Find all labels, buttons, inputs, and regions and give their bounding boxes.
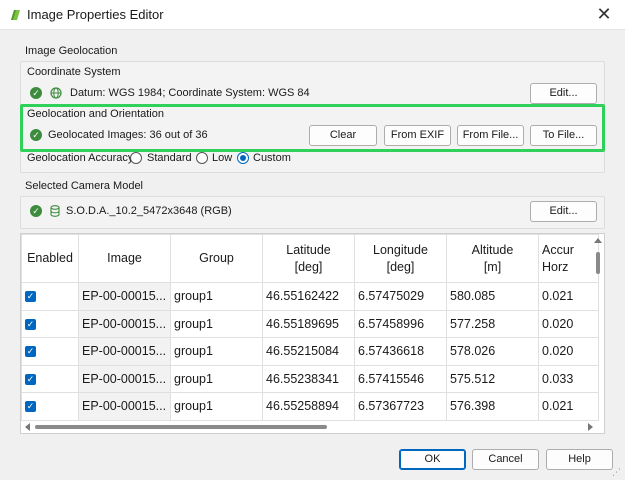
altitude-cell: 576.398 xyxy=(446,392,539,421)
geolocated-ok-icon: ✓ xyxy=(30,129,42,141)
image-cell: EP-00-00015... xyxy=(78,337,171,366)
horizontal-scroll-thumb[interactable] xyxy=(35,425,327,429)
group-cell: group1 xyxy=(170,337,263,366)
accuracy-low-label[interactable]: Low xyxy=(212,152,232,164)
from-exif-button[interactable]: From EXIF xyxy=(384,125,451,146)
latitude-cell: 46.55238341 xyxy=(262,364,355,393)
enabled-cell[interactable]: ✓ xyxy=(21,282,79,311)
table-header-row: Enabled Image Group Latitude [deg] Longi… xyxy=(21,234,599,283)
scroll-up-icon[interactable] xyxy=(594,238,602,243)
latitude-cell: 46.55215084 xyxy=(262,337,355,366)
scroll-right-icon[interactable] xyxy=(588,423,593,431)
latitude-cell: 46.55189695 xyxy=(262,309,355,338)
longitude-cell: 6.57367723 xyxy=(354,392,447,421)
longitude-cell: 6.57458996 xyxy=(354,309,447,338)
coordinate-system-edit-button[interactable]: Edit... xyxy=(530,83,597,104)
image-cell: EP-00-00015... xyxy=(78,309,171,338)
column-header-enabled[interactable]: Enabled xyxy=(21,234,79,283)
altitude-cell: 578.026 xyxy=(446,337,539,366)
longitude-cell: 6.57475029 xyxy=(354,282,447,311)
table-row[interactable]: ✓ EP-00-00015... group1 46.55258894 6.57… xyxy=(21,392,599,421)
camera-icon xyxy=(50,205,60,217)
table-row[interactable]: ✓ EP-00-00015... group1 46.55162422 6.57… xyxy=(21,282,599,311)
close-icon: ✕ xyxy=(596,4,612,24)
table-vertical-scrollbar[interactable] xyxy=(594,236,602,416)
table-horizontal-scrollbar[interactable] xyxy=(23,423,593,431)
enabled-checkbox[interactable]: ✓ xyxy=(25,401,36,413)
coordinate-system-value: Datum: WGS 1984; Coordinate System: WGS … xyxy=(70,87,310,99)
longitude-cell: 6.57436618 xyxy=(354,337,447,366)
column-header-latitude[interactable]: Latitude [deg] xyxy=(262,234,355,283)
accuracy-standard-label[interactable]: Standard xyxy=(147,152,192,164)
camera-ok-icon: ✓ xyxy=(30,205,42,217)
group-cell: group1 xyxy=(170,282,263,311)
table-row[interactable]: ✓ EP-00-00015... group1 46.55238341 6.57… xyxy=(21,364,599,393)
latitude-cell: 46.55162422 xyxy=(262,282,355,311)
clear-button[interactable]: Clear xyxy=(309,125,377,146)
to-file-button[interactable]: To File... xyxy=(530,125,597,146)
coordinate-system-ok-icon: ✓ xyxy=(30,87,42,99)
close-button[interactable]: ✕ xyxy=(593,5,615,25)
enabled-cell[interactable]: ✓ xyxy=(21,364,79,393)
enabled-checkbox[interactable]: ✓ xyxy=(25,373,36,385)
images-grid: Enabled Image Group Latitude [deg] Longi… xyxy=(21,234,599,421)
group-cell: group1 xyxy=(170,392,263,421)
enabled-cell[interactable]: ✓ xyxy=(21,337,79,366)
accuracy-custom-radio[interactable] xyxy=(237,152,249,164)
enabled-checkbox[interactable]: ✓ xyxy=(25,318,36,330)
app-logo-icon xyxy=(11,10,20,20)
geolocation-section-title: Image Geolocation xyxy=(25,45,118,57)
accuracy-custom-label[interactable]: Custom xyxy=(253,152,291,164)
longitude-cell: 6.57415546 xyxy=(354,364,447,393)
scroll-left-icon[interactable] xyxy=(25,423,30,431)
image-cell: EP-00-00015... xyxy=(78,282,171,311)
group-cell: group1 xyxy=(170,309,263,338)
vertical-scroll-thumb[interactable] xyxy=(596,252,600,274)
accuracy-cell: 0.021 xyxy=(538,392,599,421)
camera-edit-button[interactable]: Edit... xyxy=(530,201,597,222)
group-cell: group1 xyxy=(170,364,263,393)
title-bar: Image Properties Editor ✕ xyxy=(0,0,625,30)
altitude-cell: 577.258 xyxy=(446,309,539,338)
enabled-cell[interactable]: ✓ xyxy=(21,309,79,338)
column-header-image[interactable]: Image xyxy=(78,234,171,283)
enabled-cell[interactable]: ✓ xyxy=(21,392,79,421)
latitude-cell: 46.55258894 xyxy=(262,392,355,421)
globe-icon xyxy=(50,87,62,99)
geolocated-images-status: Geolocated Images: 36 out of 36 xyxy=(48,129,208,141)
accuracy-cell: 0.020 xyxy=(538,337,599,366)
column-header-accuracy-horz[interactable]: Accur Horz xyxy=(538,234,599,283)
from-file-button[interactable]: From File... xyxy=(457,125,524,146)
image-cell: EP-00-00015... xyxy=(78,392,171,421)
cancel-button[interactable]: Cancel xyxy=(472,449,539,470)
accuracy-standard-radio[interactable] xyxy=(130,152,142,164)
enabled-checkbox[interactable]: ✓ xyxy=(25,291,36,303)
camera-section-title: Selected Camera Model xyxy=(25,180,144,192)
resize-grip-icon[interactable]: ⋰ xyxy=(612,467,622,477)
altitude-cell: 580.085 xyxy=(446,282,539,311)
accuracy-cell: 0.020 xyxy=(538,309,599,338)
accuracy-cell: 0.033 xyxy=(538,364,599,393)
column-header-longitude[interactable]: Longitude [deg] xyxy=(354,234,447,283)
column-header-altitude[interactable]: Altitude [m] xyxy=(446,234,539,283)
coordinate-system-label: Coordinate System xyxy=(27,66,121,78)
accuracy-cell: 0.021 xyxy=(538,282,599,311)
geolocation-accuracy-label: Geolocation Accuracy: xyxy=(27,152,137,164)
ok-button[interactable]: OK xyxy=(399,449,466,470)
accuracy-low-radio[interactable] xyxy=(196,152,208,164)
image-cell: EP-00-00015... xyxy=(78,364,171,393)
window-title: Image Properties Editor xyxy=(27,7,164,22)
column-header-group[interactable]: Group xyxy=(170,234,263,283)
enabled-checkbox[interactable]: ✓ xyxy=(25,346,36,358)
geolocation-orientation-label: Geolocation and Orientation xyxy=(27,108,164,120)
table-row[interactable]: ✓ EP-00-00015... group1 46.55189695 6.57… xyxy=(21,309,599,338)
altitude-cell: 575.512 xyxy=(446,364,539,393)
table-row[interactable]: ✓ EP-00-00015... group1 46.55215084 6.57… xyxy=(21,337,599,366)
camera-model-name: S.O.D.A._10.2_5472x3648 (RGB) xyxy=(66,205,232,217)
images-table[interactable]: Enabled Image Group Latitude [deg] Longi… xyxy=(20,233,605,434)
help-button[interactable]: Help xyxy=(546,449,613,470)
